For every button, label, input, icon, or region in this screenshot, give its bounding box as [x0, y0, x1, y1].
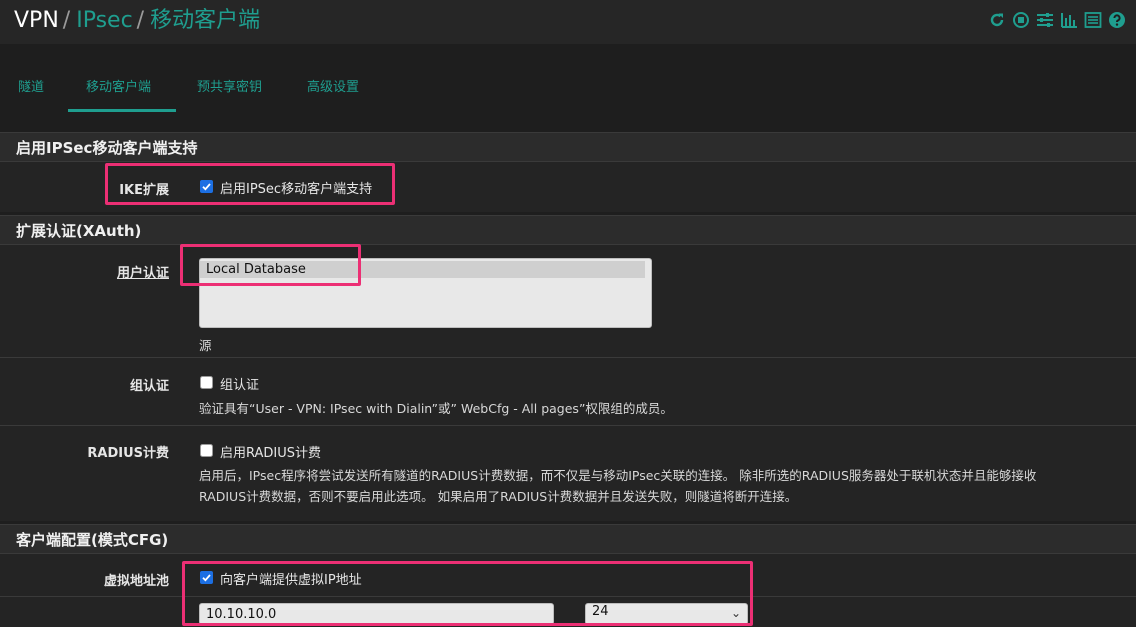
ike-enable-checkbox-label: 启用IPSec移动客户端支持 [220, 182, 373, 197]
chevron-down-icon: ⌄ [730, 606, 741, 620]
group-auth-help-text: 验证具有“User - VPN: IPsec with Dialin”或” We… [199, 401, 673, 416]
form-row-virtual-address-pool: 虚拟地址池 向客户端提供虚拟IP地址 [0, 553, 1136, 596]
form-row-pool-network [0, 596, 1136, 627]
tab-bar: 隧道 移动客户端 预共享密钥 高级设置 [0, 44, 1136, 132]
radius-accounting-checkbox-label: 启用RADIUS计费 [220, 446, 322, 461]
listbox-option-local-database[interactable]: Local Database [200, 261, 645, 278]
chart-icon[interactable] [1060, 11, 1078, 29]
user-authentication-source-listbox[interactable]: Local Database [199, 258, 652, 328]
section-header-client-config: 客户端配置(模式CFG) [0, 524, 1136, 553]
stop-icon[interactable] [1012, 11, 1030, 29]
section-header-xauth: 扩展认证(XAuth) [0, 215, 1136, 244]
tab-pre-shared-keys[interactable]: 预共享密钥 [197, 80, 262, 96]
form-row-radius-accounting: RADIUS计费 启用RADIUS计费 启用后，IPsec程序将尝试发送所有隧道… [0, 425, 1136, 521]
group-auth-checkbox[interactable] [200, 376, 213, 389]
section-title: 客户端配置(模式CFG) [16, 531, 169, 549]
virtual-ip-checkbox-label: 向客户端提供虚拟IP地址 [220, 573, 362, 588]
ike-extensions-label: IKE扩展 [119, 183, 169, 198]
pool-mask-select[interactable]: 24 ⌄ [585, 603, 748, 625]
radius-help-line: 启用后，IPsec程序将尝试发送所有隧道的RADIUS计费数据，而不仅是与移动I… [199, 468, 1037, 483]
source-help-text: 源 [199, 338, 212, 353]
virtual-ip-checkbox[interactable] [200, 571, 213, 584]
user-authentication-label[interactable]: 用户认证 [117, 262, 169, 281]
virtual-address-pool-label: 虚拟地址池 [103, 574, 169, 589]
tab-tunnels[interactable]: 隧道 [18, 80, 44, 96]
breadcrumb: VPN / IPsec / 移动客户端 [14, 7, 260, 35]
list-icon[interactable] [1084, 11, 1102, 29]
breadcrumb-root: VPN [14, 8, 59, 33]
tab-mobile-clients[interactable]: 移动客户端 [86, 80, 151, 96]
page-header: VPN / IPsec / 移动客户端 [0, 0, 1136, 44]
active-tab-indicator [68, 109, 176, 112]
radius-accounting-help-text: 启用后，IPsec程序将尝试发送所有隧道的RADIUS计费数据，而不仅是与移动I… [199, 465, 1129, 507]
reload-icon[interactable] [988, 11, 1006, 29]
pool-mask-value: 24 [592, 604, 609, 619]
radius-accounting-checkbox[interactable] [200, 444, 213, 457]
ike-enable-checkbox[interactable] [200, 180, 213, 193]
tab-advanced-settings[interactable]: 高级设置 [307, 80, 359, 96]
section-title: 扩展认证(XAuth) [16, 222, 142, 240]
form-row-group-authentication: 组认证 组认证 验证具有“User - VPN: IPsec with Dial… [0, 357, 1136, 425]
radius-accounting-label: RADIUS计费 [87, 446, 169, 461]
radius-help-line: RADIUS计费数据，否则不要启用此选项。 如果启用了RADIUS计费数据并且发… [199, 489, 798, 504]
section-header-mobile-support: 启用IPSec移动客户端支持 [0, 132, 1136, 161]
breadcrumb-separator: / [62, 8, 71, 33]
sliders-icon[interactable] [1036, 11, 1054, 29]
form-row-ike-extensions: IKE扩展 启用IPSec移动客户端支持 [0, 161, 1136, 212]
breadcrumb-ipsec-link[interactable]: IPsec [76, 8, 132, 33]
group-auth-checkbox-label: 组认证 [220, 378, 260, 393]
pool-network-input[interactable] [199, 603, 554, 625]
header-toolbar [988, 11, 1126, 29]
help-icon[interactable] [1108, 11, 1126, 29]
group-authentication-label: 组认证 [129, 379, 169, 394]
breadcrumb-separator: / [136, 8, 145, 33]
section-title: 启用IPSec移动客户端支持 [16, 139, 198, 157]
breadcrumb-current[interactable]: 移动客户端 [150, 8, 260, 33]
